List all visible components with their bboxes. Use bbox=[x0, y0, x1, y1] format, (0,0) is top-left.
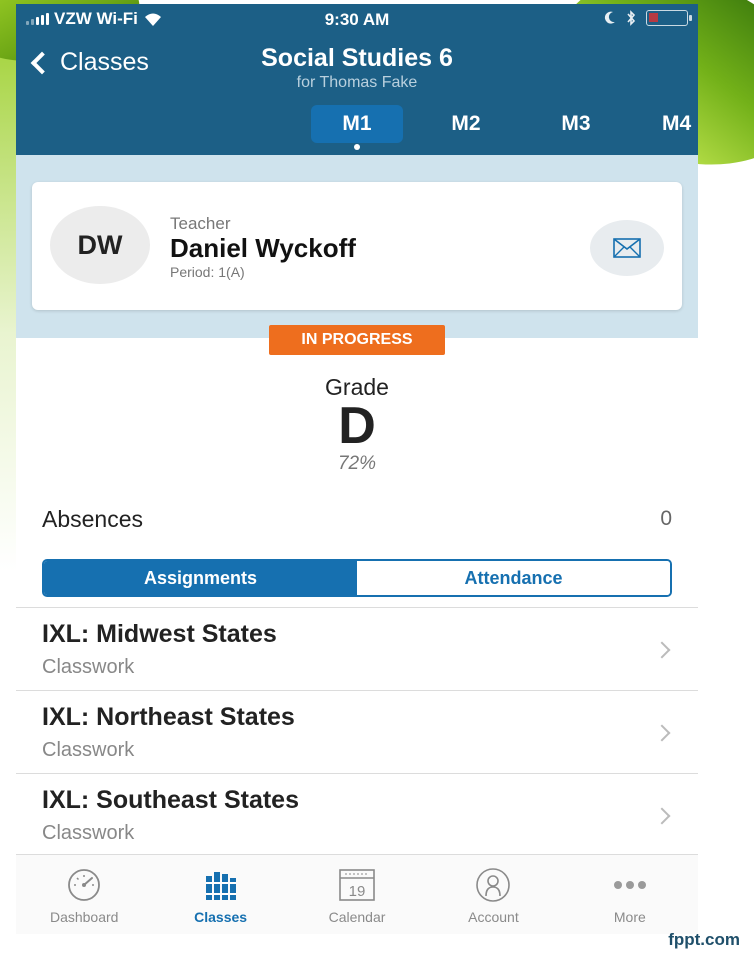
account-person-icon bbox=[476, 868, 511, 902]
app-header: VZW Wi-Fi 9:30 AM Classes Social Studies… bbox=[16, 4, 698, 155]
tabbar-classes[interactable]: Classes bbox=[152, 855, 288, 934]
assignment-type: Classwork bbox=[42, 656, 135, 678]
phone-screen: VZW Wi-Fi 9:30 AM Classes Social Studies… bbox=[16, 4, 698, 934]
calendar-icon-date: 19 bbox=[349, 883, 366, 900]
bottom-tab-bar: Dashboard Classes 19 Calendar Account Mo… bbox=[16, 854, 698, 934]
books-icon bbox=[205, 872, 236, 900]
grade-block: Grade D 72% bbox=[16, 374, 698, 475]
assignment-type: Classwork bbox=[42, 739, 135, 761]
calendar-icon: 19 bbox=[339, 869, 375, 901]
moon-icon bbox=[604, 11, 615, 24]
absences-label: Absences bbox=[42, 505, 144, 532]
nav-bar: Classes Social Studies 6 for Thomas Fake bbox=[16, 34, 698, 98]
tab-m4-label: M4 bbox=[662, 112, 692, 135]
tabbar-account[interactable]: Account bbox=[425, 855, 561, 934]
assignment-title: IXL: Northeast States bbox=[42, 703, 295, 731]
more-dots-icon bbox=[613, 881, 646, 889]
tabbar-label: Classes bbox=[194, 909, 248, 925]
absences-row: Absences 0 bbox=[42, 504, 672, 534]
status-badge: IN PROGRESS bbox=[269, 325, 445, 355]
page-title: Social Studies 6 bbox=[261, 44, 453, 72]
tab-m2[interactable]: M2 bbox=[420, 105, 512, 143]
teacher-section: DW Teacher Daniel Wyckoff Period: 1(A) bbox=[16, 155, 698, 338]
teacher-card: DW Teacher Daniel Wyckoff Period: 1(A) bbox=[32, 182, 682, 310]
assignments-list: IXL: Midwest States Classwork IXL: North… bbox=[16, 607, 698, 856]
absences-count: 0 bbox=[660, 507, 672, 530]
assignment-title: IXL: Southeast States bbox=[42, 786, 299, 814]
teacher-name: Daniel Wyckoff bbox=[170, 233, 356, 263]
assignment-title: IXL: Midwest States bbox=[42, 620, 277, 648]
chevron-right-icon bbox=[653, 641, 671, 659]
assignment-type: Classwork bbox=[42, 822, 135, 844]
tabbar-label: Account bbox=[468, 909, 519, 925]
teacher-role: Teacher bbox=[170, 214, 231, 233]
tab-m4[interactable]: M4 bbox=[642, 105, 698, 143]
title-block: Social Studies 6 for Thomas Fake bbox=[16, 44, 698, 92]
assignments-segment-button[interactable]: Assignments bbox=[44, 561, 357, 595]
tab-m1-label: M1 bbox=[342, 112, 372, 135]
bluetooth-icon bbox=[627, 10, 636, 26]
tabbar-dashboard[interactable]: Dashboard bbox=[16, 855, 152, 934]
status-right bbox=[604, 10, 692, 26]
attendance-segment-button[interactable]: Attendance bbox=[357, 561, 670, 595]
tabbar-label: More bbox=[613, 909, 646, 925]
dashboard-gauge-icon bbox=[68, 869, 101, 901]
status-bar: VZW Wi-Fi 9:30 AM bbox=[16, 4, 698, 34]
grade-letter: D bbox=[338, 397, 376, 455]
email-teacher-button[interactable] bbox=[590, 220, 664, 276]
segmented-control: Assignments Attendance bbox=[42, 559, 672, 597]
footer-brand: fppt.com bbox=[668, 930, 740, 949]
mail-icon bbox=[613, 238, 641, 258]
teacher-period: Period: 1(A) bbox=[170, 264, 245, 280]
grade-percent: 72% bbox=[337, 453, 377, 474]
status-time: 9:30 AM bbox=[324, 10, 390, 29]
marking-period-tabs: M1 M2 M3 M4 bbox=[16, 105, 698, 150]
active-tab-indicator bbox=[354, 144, 360, 150]
chevron-right-icon bbox=[653, 724, 671, 742]
battery-icon bbox=[646, 10, 692, 26]
tab-m3-label: M3 bbox=[561, 112, 591, 135]
tab-m3[interactable]: M3 bbox=[530, 105, 622, 143]
chevron-right-icon bbox=[653, 807, 671, 825]
tabbar-label: Calendar bbox=[328, 909, 386, 925]
tabbar-calendar[interactable]: 19 Calendar bbox=[289, 855, 425, 934]
page-subtitle: for Thomas Fake bbox=[296, 74, 418, 91]
tab-m2-label: M2 bbox=[451, 112, 481, 135]
avatar: DW bbox=[50, 206, 150, 284]
tabbar-more[interactable]: More bbox=[562, 855, 698, 934]
list-item[interactable]: IXL: Southeast States Classwork bbox=[16, 773, 698, 856]
list-item[interactable]: IXL: Northeast States Classwork bbox=[16, 690, 698, 773]
tabbar-label: Dashboard bbox=[49, 909, 119, 925]
list-item[interactable]: IXL: Midwest States Classwork bbox=[16, 607, 698, 690]
tab-m1[interactable]: M1 bbox=[311, 105, 403, 150]
slide-background-edge bbox=[0, 0, 16, 953]
